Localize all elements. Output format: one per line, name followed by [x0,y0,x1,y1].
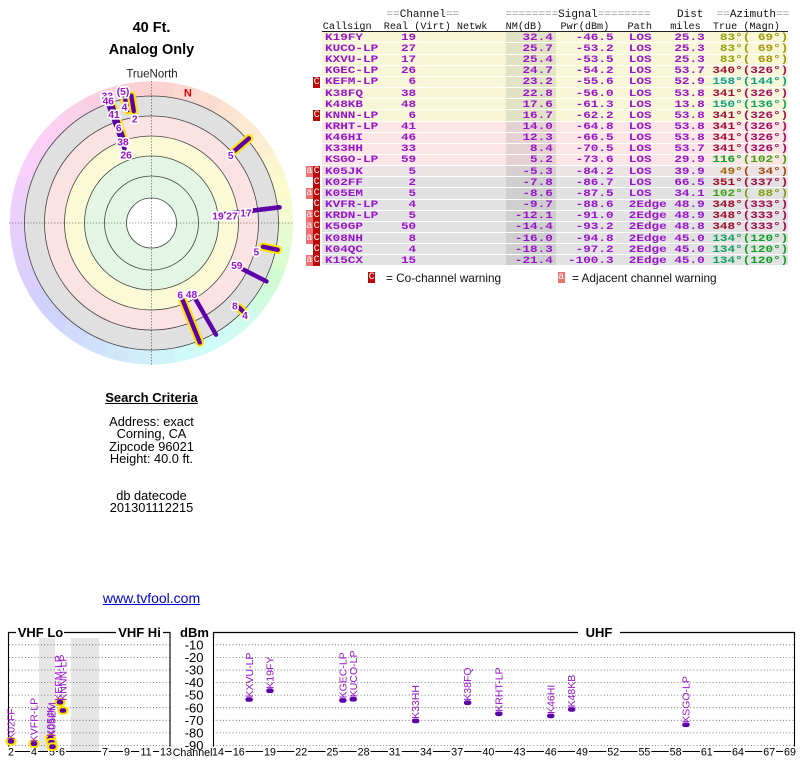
svg-text:61: 61 [701,746,713,758]
svg-text:K38FQ: K38FQ [462,667,474,700]
svg-text:34: 34 [420,746,432,758]
svg-text:14: 14 [212,746,224,758]
svg-text:58: 58 [670,746,682,758]
svg-text:7: 7 [102,746,108,758]
svg-text:46: 46 [545,746,557,758]
svg-text:13: 13 [160,746,172,758]
svg-text:K46HI: K46HI [545,685,557,714]
svg-text:KSGO-LP: KSGO-LP [681,676,693,723]
svg-text:31: 31 [389,746,401,758]
svg-text:55: 55 [638,746,650,758]
svg-text:4: 4 [31,746,37,758]
svg-text:KRHT-LP: KRHT-LP [493,667,505,711]
svg-text:K33HH: K33HH [410,685,422,719]
svg-text:6: 6 [59,746,65,758]
svg-text:UHF: UHF [586,625,613,640]
svg-text:16: 16 [233,746,245,758]
svg-text:K19FY: K19FY [265,657,277,689]
svg-text:2: 2 [8,746,14,758]
svg-text:64: 64 [732,746,744,758]
svg-text:52: 52 [607,746,619,758]
svg-text:67: 67 [763,746,775,758]
svg-text:22: 22 [295,746,307,758]
svg-text:8: 8 [232,302,238,313]
svg-text:VHF Lo: VHF Lo [18,625,64,640]
svg-text:43: 43 [514,746,526,758]
svg-text:4: 4 [242,311,248,322]
svg-text:40: 40 [482,746,494,758]
svg-text:VHF Hi: VHF Hi [118,625,161,640]
svg-text:28: 28 [358,746,370,758]
svg-text:25: 25 [326,746,338,758]
svg-text:9: 9 [124,746,130,758]
svg-text:37: 37 [451,746,463,758]
svg-text:K02FF: K02FF [6,708,18,740]
svg-text:69: 69 [784,746,796,758]
svg-text:KVFR-LP: KVFR-LP [29,698,41,742]
svg-text:KXVU-LP: KXVU-LP [244,653,256,698]
svg-text:11: 11 [140,746,151,758]
svg-text:KNNN-LP: KNNN-LP [58,655,70,701]
svg-text:49: 49 [576,746,588,758]
svg-text:Channel: Channel [173,747,213,759]
svg-text:K48KB: K48KB [566,675,578,708]
svg-text:K05EM: K05EM [46,702,58,736]
svg-text:KUCO-LP: KUCO-LP [348,651,360,698]
svg-text:19: 19 [264,746,276,758]
